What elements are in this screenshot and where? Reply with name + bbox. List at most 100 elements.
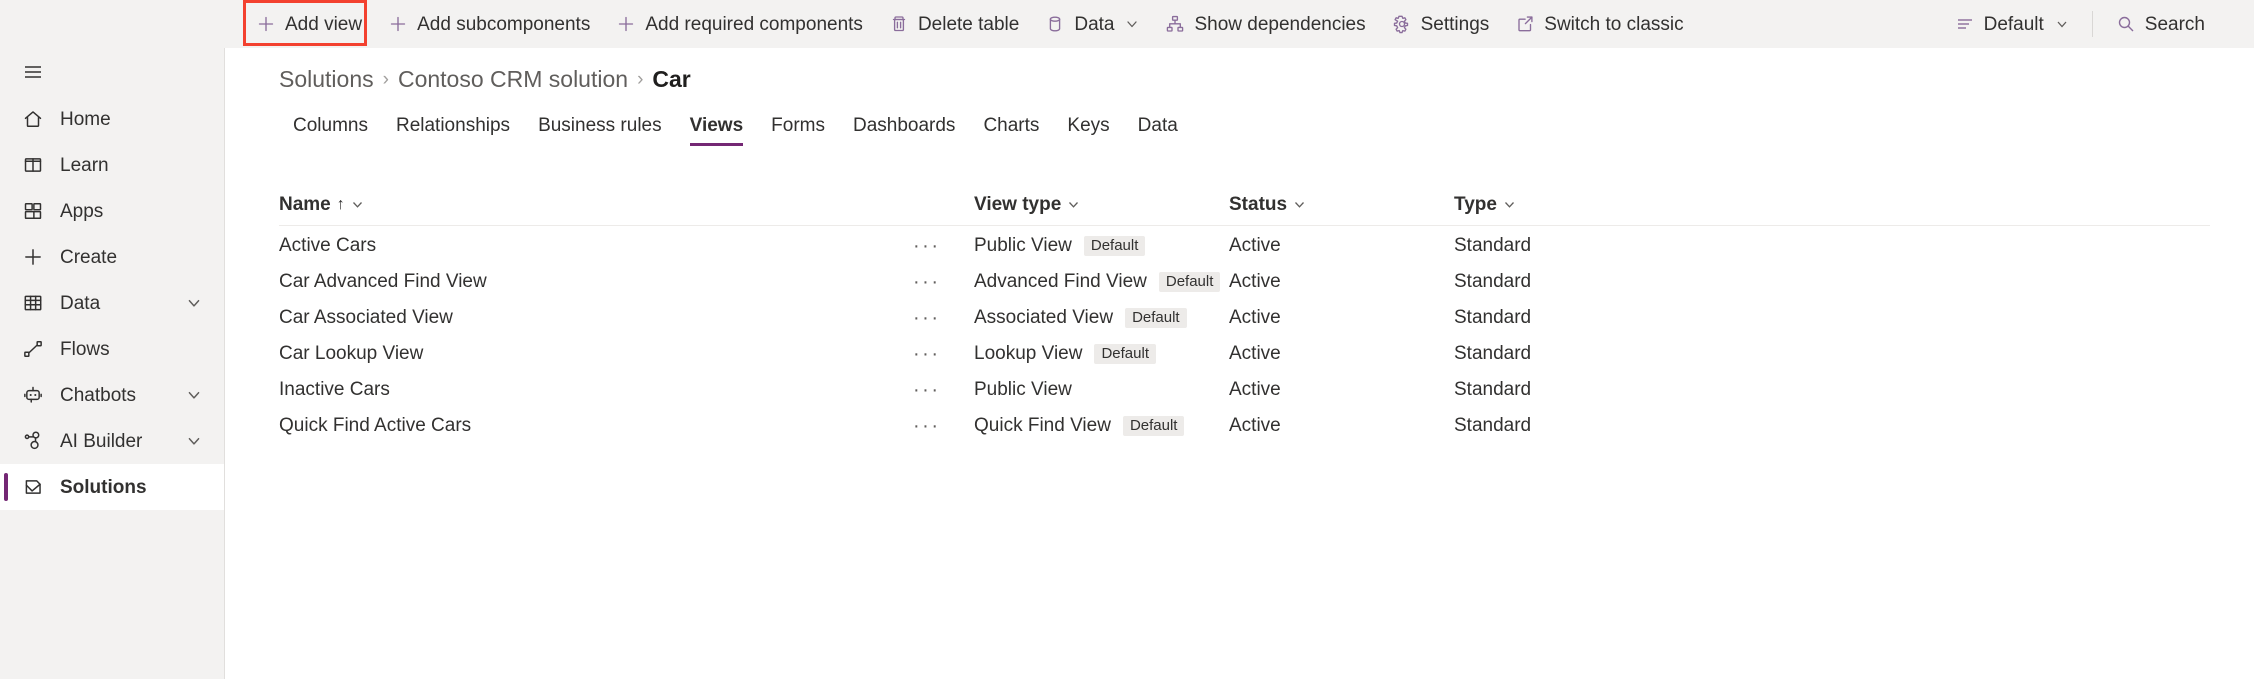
- breadcrumb-current: Car: [652, 66, 690, 93]
- sidebar-item-solutions[interactable]: Solutions: [0, 464, 224, 510]
- delete-table-button[interactable]: Delete table: [876, 1, 1032, 47]
- cell-status: Active: [1229, 379, 1454, 401]
- sidebar-item-list: Home Learn AppsCreateDataFlowsChatbotsAI B…: [0, 96, 224, 510]
- chevron-down-icon[interactable]: [186, 433, 202, 449]
- table-icon: [22, 292, 44, 314]
- row-more-options-icon[interactable]: ···: [909, 380, 944, 400]
- view-type-label: Associated View: [974, 307, 1113, 329]
- view-selector-button[interactable]: Default: [1942, 1, 2082, 47]
- row-more-options-icon[interactable]: ···: [909, 308, 944, 328]
- search-button[interactable]: Search: [2103, 1, 2218, 47]
- command-button-label: Add subcomponents: [417, 15, 590, 34]
- flow-icon: [22, 338, 44, 360]
- table-row[interactable]: Car Associated View ··· Associated View Def…: [279, 300, 2210, 336]
- chevron-down-icon: [351, 198, 364, 211]
- row-more-options-icon[interactable]: ···: [909, 344, 944, 364]
- type-label: Standard: [1454, 271, 1531, 293]
- cell-status: Active: [1229, 343, 1454, 365]
- chevron-down-icon[interactable]: [186, 295, 202, 311]
- table-row[interactable]: Quick Find Active Cars···Quick Find View…: [279, 408, 2210, 444]
- add-subcomponents-button[interactable]: Add subcomponents: [375, 1, 603, 47]
- sidebar-item-flows[interactable]: Flows: [0, 326, 224, 372]
- view-type-label: Public View: [974, 235, 1072, 257]
- status-label: Active: [1229, 415, 1281, 437]
- sort-ascending-icon: ↑: [337, 196, 345, 214]
- column-header-name-label: Name: [279, 194, 331, 216]
- data-button[interactable]: Data: [1032, 1, 1152, 47]
- sidebar-item-data[interactable]: Data: [0, 280, 224, 326]
- tab-business-rules[interactable]: Business rules: [524, 107, 676, 146]
- breadcrumb: Solutions›Contoso CRM solution›Car: [225, 48, 2254, 93]
- plus-icon: [22, 246, 44, 268]
- chevron-down-icon: [1503, 198, 1516, 211]
- status-label: Active: [1229, 307, 1281, 329]
- tab-columns[interactable]: Columns: [279, 107, 382, 146]
- column-header-type[interactable]: Type: [1454, 194, 1854, 216]
- add-view-button[interactable]: Add view: [243, 1, 375, 47]
- row-more-options-icon[interactable]: ···: [909, 272, 944, 292]
- table-row[interactable]: Active Cars··· Public View Default ActiveSt…: [279, 228, 2210, 264]
- cell-type: Standard: [1454, 379, 1854, 401]
- view-type-label: Lookup View: [974, 343, 1082, 365]
- table-row[interactable]: Inactive Cars···Public ViewActiveStandar…: [279, 372, 2210, 408]
- cell-type: Standard: [1454, 271, 1854, 293]
- tab-charts[interactable]: Charts: [969, 107, 1053, 146]
- table-row[interactable]: Car Lookup View···Lookup ViewDefaultActi…: [279, 336, 2210, 372]
- tab-data[interactable]: Data: [1124, 107, 1192, 146]
- sidebar-item-learn[interactable]: Learn: [0, 142, 224, 188]
- view-name-label: Car Associated View: [279, 307, 453, 329]
- views-grid: Name ↑ View type: [225, 184, 2254, 444]
- chevron-down-icon[interactable]: [186, 387, 202, 403]
- app-root: Add view Add subcomponents Add required co…: [0, 0, 2254, 679]
- breadcrumb-link[interactable]: Solutions: [279, 66, 374, 93]
- column-header-name[interactable]: Name ↑: [279, 194, 909, 216]
- cell-type: Standard: [1454, 235, 1854, 257]
- tab-views[interactable]: Views: [676, 107, 758, 146]
- view-type-label: Advanced Find View: [974, 271, 1147, 293]
- solutions-icon: [22, 476, 44, 498]
- tab-forms[interactable]: Forms: [757, 107, 839, 146]
- command-button-label: Show dependencies: [1194, 15, 1365, 34]
- command-button-label: Add view: [285, 15, 362, 34]
- switch-to-classic-button[interactable]: Switch to classic: [1502, 1, 1696, 47]
- search-label: Search: [2145, 15, 2205, 34]
- row-more-options-icon[interactable]: ···: [909, 416, 944, 436]
- cell-name[interactable]: Active Cars: [279, 235, 909, 257]
- column-header-view-type[interactable]: View type: [974, 194, 1229, 216]
- sidebar-item-ai-builder[interactable]: AI Builder: [0, 418, 224, 464]
- sidebar-item-chatbots[interactable]: Chatbots: [0, 372, 224, 418]
- trash-icon: [889, 14, 909, 34]
- hamburger-menu-button[interactable]: [0, 48, 224, 96]
- status-label: Active: [1229, 379, 1281, 401]
- sidebar-item-label: Learn: [60, 156, 224, 175]
- cell-name[interactable]: Car Lookup View: [279, 343, 909, 365]
- show-dependencies-button[interactable]: Show dependencies: [1152, 1, 1378, 47]
- plus-icon: [256, 14, 276, 34]
- sidebar-item-home[interactable]: Home: [0, 96, 224, 142]
- settings-button[interactable]: Settings: [1379, 1, 1503, 47]
- cell-name[interactable]: Car Associated View: [279, 307, 909, 329]
- cell-name[interactable]: Quick Find Active Cars: [279, 415, 909, 437]
- tab-relationships[interactable]: Relationships: [382, 107, 524, 146]
- sidebar-item-apps[interactable]: Apps: [0, 188, 224, 234]
- row-more-options-icon[interactable]: ···: [909, 236, 944, 256]
- default-badge: Default: [1123, 416, 1185, 436]
- add-required-components-button[interactable]: Add required components: [603, 1, 876, 47]
- cell-status: Active: [1229, 235, 1454, 257]
- type-label: Standard: [1454, 415, 1531, 437]
- default-badge: Default: [1125, 308, 1187, 328]
- cell-type: Standard: [1454, 415, 1854, 437]
- org-chart-icon: [1165, 14, 1185, 34]
- breadcrumb-link[interactable]: Contoso CRM solution: [398, 66, 628, 93]
- cell-type: Standard: [1454, 343, 1854, 365]
- default-badge: Default: [1084, 236, 1146, 256]
- table-row[interactable]: Car Advanced Find View··· Advanced Find V…: [279, 264, 2210, 300]
- cell-name[interactable]: Inactive Cars: [279, 379, 909, 401]
- tab-keys[interactable]: Keys: [1053, 107, 1123, 146]
- sidebar-item-create[interactable]: Create: [0, 234, 224, 280]
- tab-dashboards[interactable]: Dashboards: [839, 107, 969, 146]
- chevron-down-icon: [1293, 198, 1306, 211]
- gear-icon: [1392, 14, 1412, 34]
- cell-name[interactable]: Car Advanced Find View: [279, 271, 909, 293]
- column-header-status[interactable]: Status: [1229, 194, 1454, 216]
